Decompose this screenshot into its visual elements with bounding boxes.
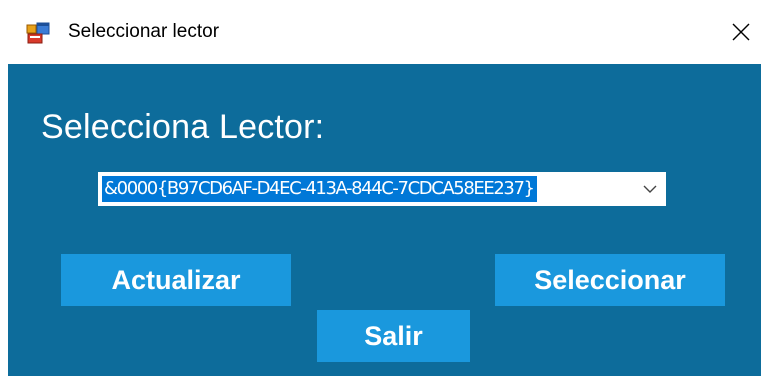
client-area: Selecciona Lector: &0000{B97CD6AF-D4EC-4… — [8, 64, 761, 376]
exit-button[interactable]: Salir — [317, 310, 470, 362]
reader-dropdown-value: &0000{B97CD6AF-D4EC-413A-844C-7CDCA58EE2… — [102, 176, 537, 202]
form-icon — [26, 22, 50, 44]
close-icon — [731, 22, 751, 42]
close-button[interactable] — [720, 12, 761, 52]
select-reader-window: Seleccionar lector Selecciona Lector: &0… — [0, 0, 761, 376]
chevron-down-icon[interactable] — [640, 181, 660, 197]
refresh-button[interactable]: Actualizar — [61, 254, 291, 306]
reader-dropdown[interactable]: &0000{B97CD6AF-D4EC-413A-844C-7CDCA58EE2… — [98, 172, 666, 206]
title-bar: Seleccionar lector — [0, 0, 761, 64]
window-title: Seleccionar lector — [68, 21, 220, 42]
select-button[interactable]: Seleccionar — [495, 254, 725, 306]
page-title: Selecciona Lector: — [41, 108, 325, 146]
